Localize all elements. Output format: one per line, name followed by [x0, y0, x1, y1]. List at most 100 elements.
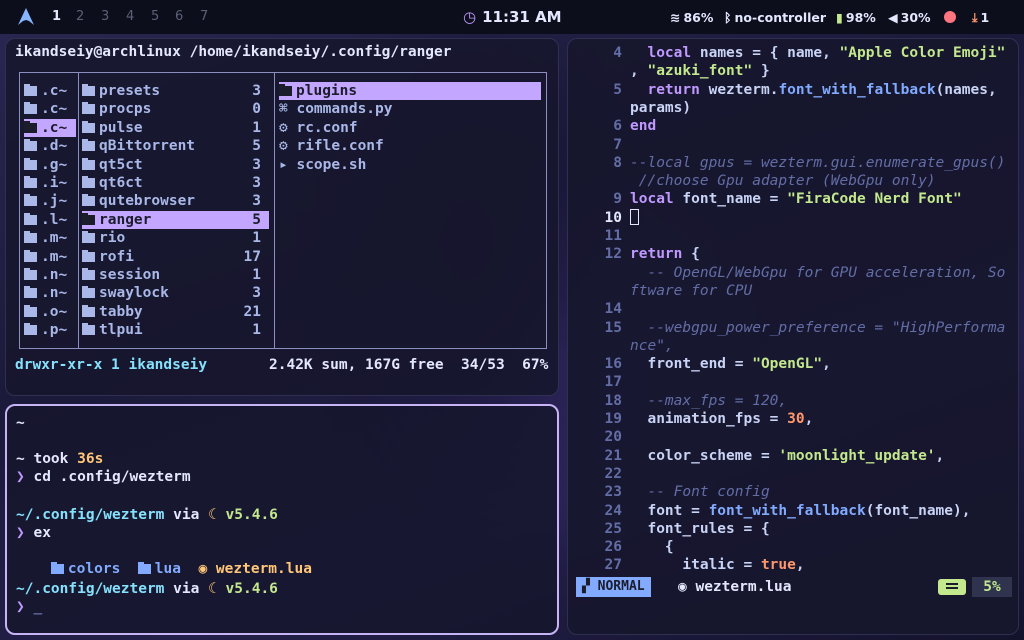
wifi-status[interactable]: ≋ 86%	[670, 10, 713, 25]
gear-icon: ⚙	[279, 119, 297, 136]
folder-icon	[279, 84, 292, 96]
list-item[interactable]: qutebrowser 3	[82, 192, 269, 210]
line-number: 25	[604, 520, 622, 537]
python-icon: ⌘	[279, 101, 297, 118]
bluetooth-status[interactable]: ᛒ no-controller	[724, 10, 826, 25]
code-line[interactable]: //choose Gpu adapter (WebGpu only)	[568, 172, 1018, 190]
workspace-6[interactable]: 6	[175, 9, 183, 24]
code-line[interactable]: 25 font_rules = {	[568, 520, 1018, 538]
code-line[interactable]: 15 --webgpu_power_preference = "HighPerf…	[568, 319, 1018, 337]
item-count: 1	[252, 230, 261, 247]
code-line[interactable]: -- OpenGL/WebGpu for GPU acceleration, S…	[568, 264, 1018, 282]
list-item[interactable]: session 1	[82, 266, 269, 284]
list-item[interactable]: ⚙ rifle.conf	[279, 137, 541, 155]
code-line[interactable]: 24 font = font_with_fallback(font_name),	[568, 502, 1018, 520]
code-line[interactable]: nce",	[568, 337, 1018, 355]
list-item[interactable]: rofi 17	[82, 248, 269, 266]
line-number: 20	[604, 429, 622, 446]
list-item[interactable]: tlpui 1	[82, 321, 269, 339]
code-line[interactable]: , "azuki_font" }	[568, 62, 1018, 80]
list-item[interactable]: .c~	[24, 118, 76, 137]
list-item[interactable]: .o~	[24, 303, 76, 321]
moon-icon: ☾	[208, 581, 217, 597]
workspace-3[interactable]: 3	[101, 9, 109, 24]
code-line[interactable]: 11	[568, 227, 1018, 245]
list-item[interactable]: .l~	[24, 211, 76, 229]
code-line[interactable]: 10	[568, 208, 1018, 227]
terminal-pane[interactable]: ~ ~ took 36s ❯ cd .config/wezterm ~/.con…	[5, 404, 559, 635]
tray-app-icon[interactable]	[944, 10, 956, 25]
list-item[interactable]: .j~	[24, 192, 76, 210]
updates-status[interactable]: ⤓ 1	[972, 10, 989, 26]
code-line[interactable]: 23 -- Font config	[568, 483, 1018, 501]
workspace-2[interactable]: 2	[76, 9, 84, 24]
code-line[interactable]: params)	[568, 99, 1018, 117]
workspace-5[interactable]: 5	[151, 9, 159, 24]
list-item[interactable]: .g~	[24, 156, 76, 174]
wifi-icon: ≋	[670, 10, 681, 25]
list-item[interactable]: ranger 5	[82, 210, 269, 229]
list-item[interactable]: swaylock 3	[82, 284, 269, 302]
code-line[interactable]: 9 local font_name = "FiraCode Nerd Font"	[568, 190, 1018, 208]
list-item[interactable]: ▸ scope.sh	[279, 156, 541, 174]
list-item[interactable]: qBittorrent 5	[82, 137, 269, 155]
list-item[interactable]: qt5ct 3	[82, 156, 269, 174]
bluetooth-icon: ᛒ	[724, 10, 732, 25]
workspace-4[interactable]: 4	[126, 9, 134, 24]
code-line[interactable]: 21 color_scheme = 'moonlight_update',	[568, 447, 1018, 465]
list-item[interactable]: .c~	[24, 100, 76, 118]
code-line[interactable]: 7	[568, 136, 1018, 154]
list-item[interactable]: pulse 1	[82, 119, 269, 137]
folder-icon	[24, 304, 37, 317]
list-item[interactable]: .m~	[24, 229, 76, 247]
list-item[interactable]: .c~	[24, 82, 76, 100]
folder-icon	[24, 268, 37, 280]
folder-icon	[24, 139, 37, 152]
list-item[interactable]: .m~	[24, 248, 76, 266]
folder-icon	[24, 120, 37, 133]
list-item[interactable]: ⌘ commands.py	[279, 100, 541, 118]
arch-linux-logo-icon[interactable]	[16, 7, 36, 27]
list-item[interactable]: .n~	[24, 284, 76, 302]
workspace-7[interactable]: 7	[200, 9, 208, 24]
workspace-1[interactable]: 1	[52, 9, 61, 24]
code-line[interactable]: 19 animation_fps = 30,	[568, 410, 1018, 428]
list-item[interactable]: plugins	[279, 82, 541, 100]
line-number: 16	[604, 356, 622, 373]
code-line[interactable]: ftware for CPU	[568, 282, 1018, 300]
list-item[interactable]: .i~	[24, 174, 76, 192]
code-line[interactable]: 22	[568, 465, 1018, 483]
editor-pane[interactable]: 4 local names = { name, "Apple Color Emo…	[567, 38, 1019, 635]
list-item[interactable]: tabby 21	[82, 303, 269, 321]
list-item[interactable]: rio 1	[82, 229, 269, 247]
code-line[interactable]: 16 front_end = "OpenGL",	[568, 355, 1018, 373]
code-line[interactable]: 5 return wezterm.font_with_fallback(name…	[568, 81, 1018, 99]
code-line[interactable]: 14	[568, 300, 1018, 318]
code-line[interactable]: 12 return {	[568, 245, 1018, 263]
volume-status[interactable]: ◀ 30%	[888, 10, 931, 25]
folder-icon	[82, 120, 95, 133]
code-line[interactable]: 17	[568, 373, 1018, 391]
clock[interactable]: ◷ 11:31 AM	[463, 8, 562, 26]
command-line: ❯ ex	[16, 525, 51, 541]
battery-status[interactable]: ▮ 98%	[836, 10, 876, 25]
code-line[interactable]: 18 --max_fps = 120,	[568, 392, 1018, 410]
input-prompt[interactable]: ❯ _	[16, 598, 42, 616]
code-line[interactable]: 4 local names = { name, "Apple Color Emo…	[568, 44, 1018, 62]
list-item[interactable]: presets 3	[82, 82, 269, 100]
list-item[interactable]: qt6ct 3	[82, 174, 269, 192]
battery-icon: ▮	[836, 10, 843, 25]
list-item[interactable]: .p~	[24, 321, 76, 339]
code-line[interactable]: 26 {	[568, 538, 1018, 556]
gear-icon: ⚙	[279, 138, 297, 155]
code-line[interactable]: 8 --local gpus = wezterm.gui.enumerate_gp…	[568, 154, 1018, 172]
code-line[interactable]: 27 italic = true,	[568, 556, 1018, 574]
line-number: 6	[613, 118, 622, 135]
list-item[interactable]: ⚙ rc.conf	[279, 119, 541, 137]
list-item[interactable]: .d~	[24, 137, 76, 155]
list-item[interactable]: procps 0	[82, 100, 269, 118]
code-line[interactable]: 20	[568, 428, 1018, 446]
code-line[interactable]: 6 end	[568, 117, 1018, 135]
list-item[interactable]: .n~	[24, 266, 76, 284]
ranger-pane[interactable]: ikandseiy@archlinux /home/ikandseiy/.con…	[5, 38, 559, 396]
